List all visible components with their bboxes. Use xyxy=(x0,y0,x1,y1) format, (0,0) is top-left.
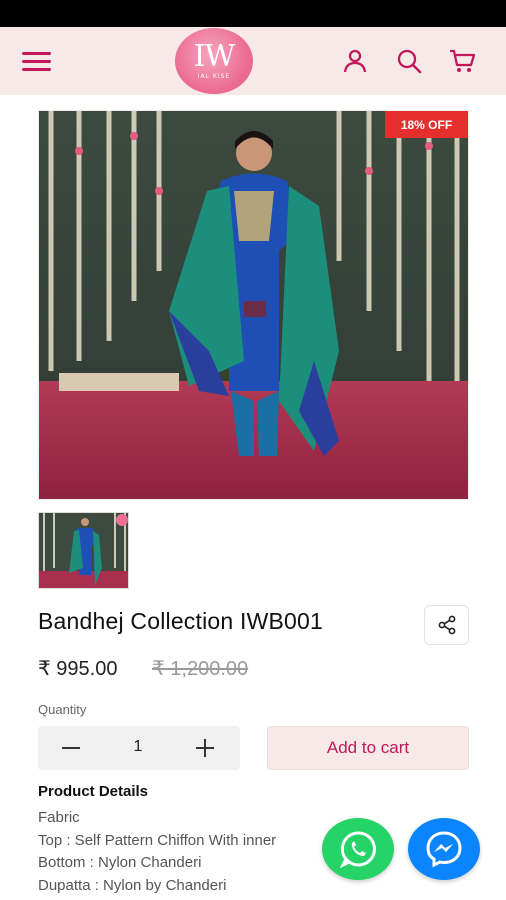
product-thumbnail[interactable] xyxy=(38,512,129,589)
whatsapp-icon xyxy=(339,831,376,869)
quantity-decrease-button[interactable] xyxy=(60,738,82,758)
product-details-heading: Product Details xyxy=(38,783,149,800)
detail-line: Bottom : Nylon Chanderi xyxy=(38,854,202,871)
messenger-icon xyxy=(426,831,462,868)
detail-line: Fabric xyxy=(38,809,80,826)
add-to-cart-button[interactable]: Add to cart xyxy=(267,726,469,770)
product-title: Bandhej Collection IWB001 xyxy=(38,608,323,634)
user-icon[interactable] xyxy=(341,47,369,75)
sale-price: ₹ 995.00 xyxy=(38,658,118,680)
product-main-image[interactable]: 18% OFF xyxy=(38,110,469,500)
detail-line: Dupatta : Nylon by Chanderi xyxy=(38,877,227,894)
messenger-button[interactable] xyxy=(408,818,480,880)
plus-icon xyxy=(196,739,214,757)
whatsapp-button[interactable] xyxy=(322,818,394,880)
logo-mark: IW xyxy=(193,39,236,74)
menu-icon[interactable] xyxy=(22,49,52,73)
brand-logo[interactable]: IW IAL KISE xyxy=(175,28,253,94)
cart-icon[interactable] xyxy=(448,47,476,75)
discount-badge: 18% OFF xyxy=(385,111,468,138)
share-button[interactable] xyxy=(424,605,469,645)
header: IW IAL KISE xyxy=(0,27,506,95)
quantity-value[interactable]: 1 xyxy=(128,738,148,756)
search-icon[interactable] xyxy=(395,47,423,75)
original-price: ₹ 1,200.00 xyxy=(152,658,249,680)
logo-subtext: IAL KISE xyxy=(197,73,231,80)
detail-line: Top : Self Pattern Chiffon With inner xyxy=(38,832,277,849)
quantity-increase-button[interactable] xyxy=(194,737,216,759)
minus-icon xyxy=(62,747,80,749)
quantity-stepper: 1 xyxy=(38,726,240,770)
status-bar xyxy=(0,0,506,27)
quantity-label: Quantity xyxy=(38,702,87,717)
share-icon xyxy=(438,615,455,635)
